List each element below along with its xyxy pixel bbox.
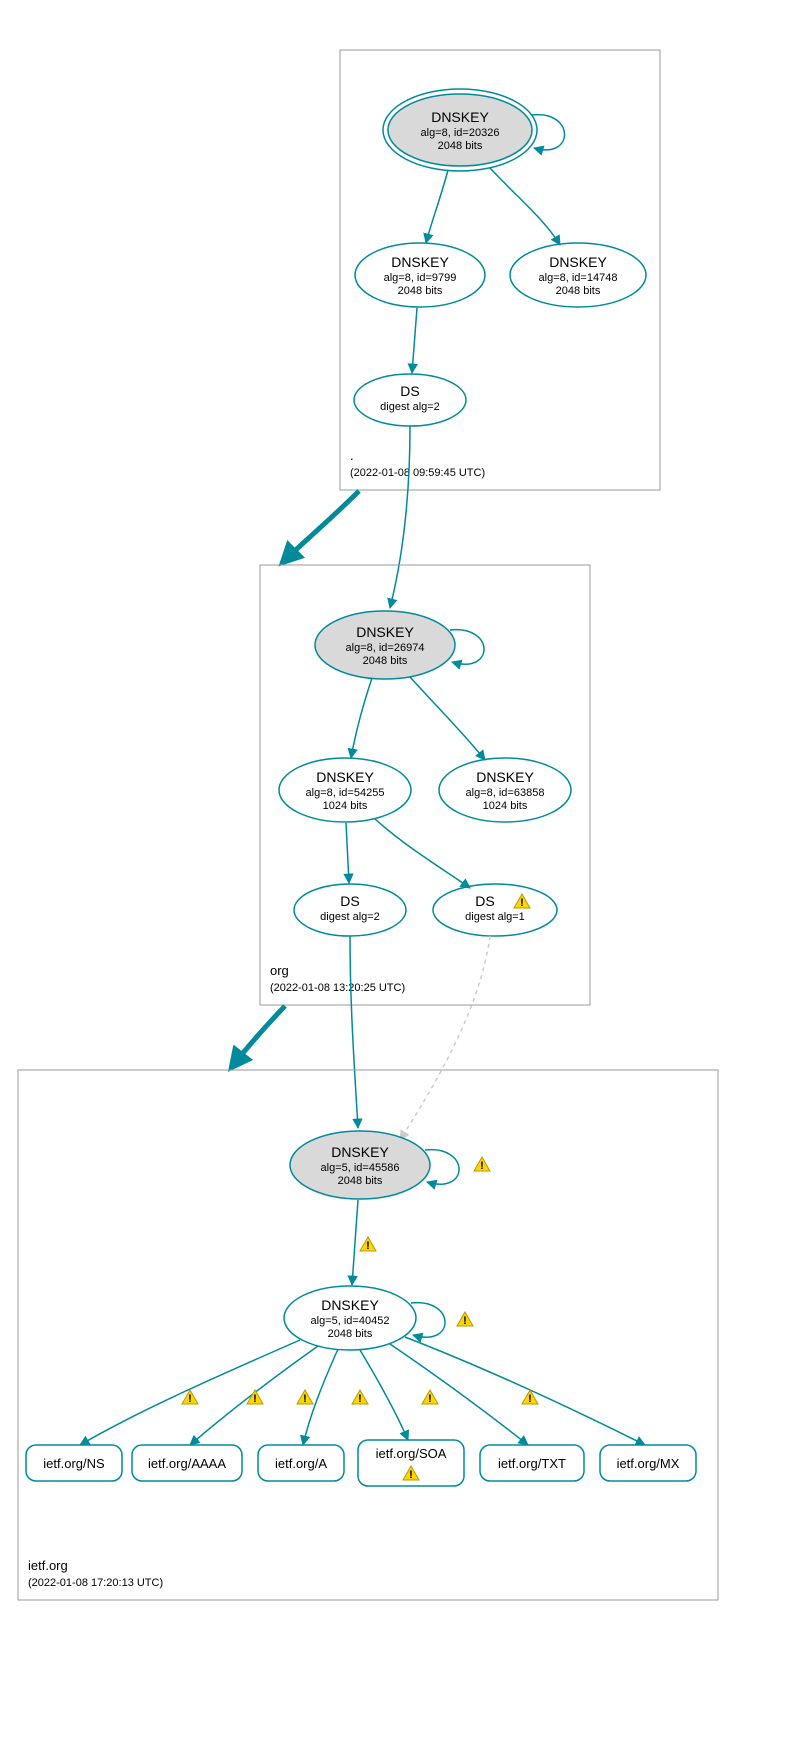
- rrset-aaaa[interactable]: ietf.org/AAAA: [132, 1445, 242, 1481]
- edge-ds-root-to-org-ksk: [390, 426, 410, 608]
- edge-ds-alg1-to-ietf-ksk: [400, 936, 490, 1140]
- svg-text:digest alg=2: digest alg=2: [320, 911, 380, 923]
- svg-text:ietf.org/TXT: ietf.org/TXT: [498, 1456, 566, 1471]
- edge-ds-alg2-to-ietf-ksk: [350, 936, 358, 1128]
- zone-ietf-timestamp: (2022-01-08 17:20:13 UTC): [28, 1577, 163, 1589]
- zone-ietf-name: ietf.org: [28, 1558, 68, 1573]
- warning-icon: [474, 1157, 490, 1172]
- svg-text:DNSKEY: DNSKEY: [391, 254, 449, 270]
- node-root-zsk-14748[interactable]: DNSKEY alg=8, id=14748 2048 bits: [510, 243, 646, 307]
- svg-text:ietf.org/AAAA: ietf.org/AAAA: [148, 1456, 226, 1471]
- svg-text:alg=8, id=9799: alg=8, id=9799: [384, 272, 457, 284]
- rrset-a[interactable]: ietf.org/A: [258, 1445, 344, 1481]
- rrset-txt[interactable]: ietf.org/TXT: [480, 1445, 584, 1481]
- edge-org-ksk-to-zsk2: [410, 677, 485, 760]
- svg-text:2048 bits: 2048 bits: [438, 140, 483, 152]
- svg-text:1024 bits: 1024 bits: [483, 800, 528, 812]
- svg-text:alg=8, id=26974: alg=8, id=26974: [346, 642, 425, 654]
- zone-org-name: org: [270, 963, 289, 978]
- svg-text:2048 bits: 2048 bits: [328, 1328, 373, 1340]
- svg-text:DNSKEY: DNSKEY: [431, 109, 489, 125]
- svg-text:ietf.org/MX: ietf.org/MX: [617, 1456, 680, 1471]
- rrset-ns[interactable]: ietf.org/NS: [26, 1445, 122, 1481]
- edge-zsk-to-mx: [405, 1337, 645, 1445]
- svg-text:digest alg=2: digest alg=2: [380, 401, 440, 413]
- node-org-ds-alg1[interactable]: DS digest alg=1: [433, 884, 557, 936]
- svg-text:alg=8, id=63858: alg=8, id=63858: [466, 787, 545, 799]
- dnssec-chain-diagram: ! . (2022-01-08 09:59:45 UTC) DNSKEY alg…: [0, 0, 795, 1751]
- svg-text:ietf.org/NS: ietf.org/NS: [43, 1456, 105, 1471]
- svg-text:DS: DS: [475, 893, 494, 909]
- svg-text:2048 bits: 2048 bits: [338, 1175, 383, 1187]
- node-org-zsk-54255[interactable]: DNSKEY alg=8, id=54255 1024 bits: [279, 758, 411, 822]
- node-org-ds-alg2[interactable]: DS digest alg=2: [294, 884, 406, 936]
- edge-root-zsk1-to-ds: [412, 308, 417, 373]
- zone-org-timestamp: (2022-01-08 13:20:25 UTC): [270, 982, 405, 994]
- node-org-zsk-63858[interactable]: DNSKEY alg=8, id=63858 1024 bits: [439, 758, 571, 822]
- zone-root-name: .: [350, 448, 354, 463]
- svg-text:2048 bits: 2048 bits: [398, 285, 443, 297]
- node-org-ksk[interactable]: DNSKEY alg=8, id=26974 2048 bits: [315, 611, 455, 679]
- svg-text:digest alg=1: digest alg=1: [465, 911, 525, 923]
- node-ietf-ksk[interactable]: DNSKEY alg=5, id=45586 2048 bits: [290, 1131, 430, 1199]
- svg-text:DNSKEY: DNSKEY: [476, 769, 534, 785]
- svg-text:alg=8, id=54255: alg=8, id=54255: [306, 787, 385, 799]
- node-root-zsk-9799[interactable]: DNSKEY alg=8, id=9799 2048 bits: [355, 243, 485, 307]
- edge-deleg-root-to-org: [282, 491, 359, 563]
- warning-icon: [297, 1390, 313, 1405]
- edge-root-ksk-to-zsk2: [490, 168, 560, 245]
- warning-icon: [360, 1237, 376, 1252]
- zone-ietf: ietf.org (2022-01-08 17:20:13 UTC) DNSKE…: [18, 1070, 718, 1600]
- warning-icon: [457, 1312, 473, 1327]
- edge-org-ksk-to-zsk1: [351, 678, 372, 758]
- svg-text:alg=5, id=45586: alg=5, id=45586: [321, 1162, 400, 1174]
- svg-text:DS: DS: [400, 383, 419, 399]
- svg-text:ietf.org/A: ietf.org/A: [275, 1456, 327, 1471]
- svg-text:alg=8, id=20326: alg=8, id=20326: [421, 127, 500, 139]
- svg-text:alg=8, id=14748: alg=8, id=14748: [539, 272, 618, 284]
- node-root-ksk[interactable]: DNSKEY alg=8, id=20326 2048 bits: [383, 89, 537, 171]
- node-root-ds-org[interactable]: DS digest alg=2: [354, 374, 466, 426]
- edge-root-ksk-to-zsk1: [426, 170, 448, 243]
- svg-text:DS: DS: [340, 893, 359, 909]
- edge-org-zsk1-to-ds1: [346, 823, 349, 883]
- zone-root: . (2022-01-08 09:59:45 UTC) DNSKEY alg=8…: [340, 50, 660, 490]
- rrset-soa[interactable]: ietf.org/SOA: [358, 1440, 464, 1486]
- svg-text:2048 bits: 2048 bits: [363, 655, 408, 667]
- warning-icon: [352, 1390, 368, 1405]
- rrset-mx[interactable]: ietf.org/MX: [600, 1445, 696, 1481]
- edge-zsk-to-soa: [360, 1350, 408, 1440]
- node-ietf-zsk[interactable]: DNSKEY alg=5, id=40452 2048 bits: [284, 1286, 416, 1350]
- svg-text:DNSKEY: DNSKEY: [549, 254, 607, 270]
- edge-ietf-ksk-to-zsk: [352, 1200, 358, 1285]
- svg-text:DNSKEY: DNSKEY: [331, 1144, 389, 1160]
- zone-org: org (2022-01-08 13:20:25 UTC) DNSKEY alg…: [260, 565, 590, 1005]
- svg-text:DNSKEY: DNSKEY: [321, 1297, 379, 1313]
- svg-text:2048 bits: 2048 bits: [556, 285, 601, 297]
- svg-text:ietf.org/SOA: ietf.org/SOA: [376, 1446, 447, 1461]
- svg-text:alg=5, id=40452: alg=5, id=40452: [311, 1315, 390, 1327]
- edge-org-zsk1-to-ds2: [375, 819, 470, 888]
- svg-text:1024 bits: 1024 bits: [323, 800, 368, 812]
- svg-text:DNSKEY: DNSKEY: [316, 769, 374, 785]
- svg-text:DNSKEY: DNSKEY: [356, 624, 414, 640]
- edge-deleg-org-to-ietf: [231, 1006, 285, 1068]
- zone-root-timestamp: (2022-01-08 09:59:45 UTC): [350, 467, 485, 479]
- warning-icon: [422, 1390, 438, 1405]
